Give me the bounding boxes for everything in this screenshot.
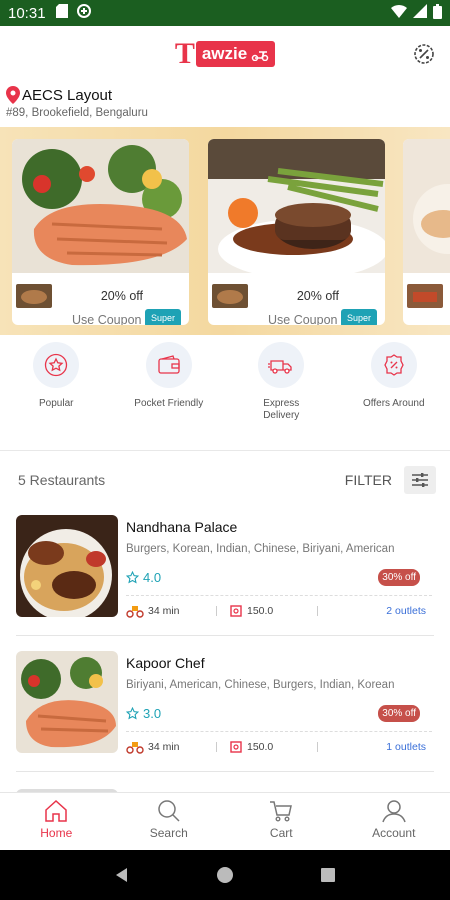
home-circle-icon[interactable] [216,866,234,884]
salmon-dish-image [16,651,118,753]
category-offers-around[interactable]: Offers Around [338,342,450,442]
user-icon [382,800,406,823]
discount-badge: 30% off [378,705,420,722]
status-bar: 10:31 [0,0,450,26]
category-popular[interactable]: Popular [0,342,113,442]
dashed-divider [126,595,432,596]
category-pocket-friendly[interactable]: Pocket Friendly [113,342,226,442]
nav-search[interactable]: Search [113,793,226,850]
delivery-scooter-icon [126,606,144,618]
filter-button[interactable] [404,466,436,494]
dashed-divider [126,731,432,732]
restaurant-card[interactable]: Kapoor Chef Biriyani, American, Chinese,… [16,651,434,773]
restaurant-list-header: 5 Restaurants FILTER [18,466,436,494]
delivery-scooter-icon [126,742,144,754]
restaurant-cuisines: Burgers, Korean, Indian, Chinese, Biriya… [126,543,395,555]
bottom-navigation: Home Search Cart Account [0,792,450,850]
filter-label[interactable]: FILTER [345,472,392,488]
restaurant-rating: 4.0 [126,570,161,585]
status-time: 10:31 [8,4,46,22]
offer-card[interactable]: 20% off Use Coupon Super [12,139,189,325]
coupon-code-badge[interactable]: Super [144,309,181,325]
star-outline-icon [126,707,139,720]
category-row: Popular Pocket Friendly Express Delivery… [0,342,450,442]
back-icon[interactable] [113,866,131,884]
tawzie-logo: T awzie [175,37,276,71]
offer-thumbnail [407,284,443,308]
offers-carousel[interactable]: 20% off Use Coupon Super 20% off Use Cou… [0,127,450,335]
outlets-link[interactable]: 1 outlets [386,741,426,753]
percent-tag-icon [384,354,404,376]
star-icon [45,353,68,377]
restaurant-count: 5 Restaurants [18,472,106,488]
salmon-dish-image [12,139,189,273]
system-navigation-bar [0,850,450,900]
category-express-delivery[interactable]: Express Delivery [225,342,338,442]
price-tag-icon [230,605,242,617]
home-icon [45,799,67,822]
location-pin-icon [6,86,20,104]
data-saver-icon [76,3,92,23]
outlets-link[interactable]: 2 outlets [386,605,426,617]
offer-discount: 20% off [296,289,339,303]
restaurant-rating: 3.0 [126,706,161,721]
coupon-code-badge[interactable]: Super [340,309,377,325]
nav-account[interactable]: Account [338,793,450,850]
sd-card-icon [55,4,68,22]
steak-dish-image [208,139,385,279]
app-header: T awzie [0,26,450,82]
truck-icon [268,360,292,374]
price-tag-icon [230,741,242,753]
offer-card-partial[interactable] [403,139,450,325]
sliders-icon [412,473,428,487]
restaurant-card[interactable]: Nandhana Palace Burgers, Korean, Indian,… [16,515,434,637]
battery-icon [433,3,442,23]
location-title: AECS Layout [22,86,113,104]
nav-home[interactable]: Home [0,793,113,850]
offer-thumbnail [212,284,248,308]
scooter-icon [251,51,269,61]
delivery-location[interactable]: AECS Layout #89, Brookefield, Bengaluru [6,86,148,119]
offer-thumbnail [16,284,52,308]
use-coupon-label: Use Coupon [268,313,338,325]
discount-badge: 30% off [378,569,420,586]
biryani-dish-image [16,515,118,617]
star-outline-icon [126,571,139,584]
restaurant-cuisines: Biriyani, American, Chinese, Burgers, In… [126,679,395,691]
search-icon [158,800,180,822]
wallet-icon [158,355,180,374]
signal-icon [413,4,427,22]
wifi-icon [391,4,407,22]
cart-icon [270,801,293,822]
restaurant-name: Kapoor Chef [126,655,205,671]
section-divider [0,450,450,451]
offers-settings-button[interactable] [410,40,438,68]
nav-cart[interactable]: Cart [225,793,338,850]
offer-discount: 20% off [100,289,143,303]
restaurant-name: Nandhana Palace [126,519,238,535]
dish-image [403,139,450,273]
restaurant-meta: 34 min 150.0 2 outlets [126,604,426,618]
use-coupon-label: Use Coupon [72,313,142,325]
restaurant-meta: 34 min 150.0 1 outlets [126,740,426,754]
recents-icon[interactable] [319,866,337,884]
offer-card[interactable]: 20% off Use Coupon Super [208,139,385,325]
location-address: #89, Brookefield, Bengaluru [6,107,148,119]
